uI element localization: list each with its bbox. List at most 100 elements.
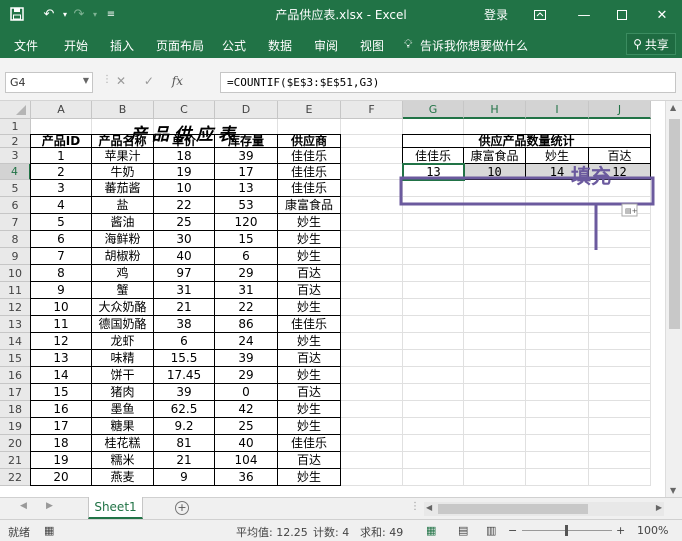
normal-view-icon[interactable]: ▦ bbox=[426, 524, 436, 537]
page-layout-view-icon[interactable]: ▤ bbox=[458, 524, 468, 537]
table-data-cell[interactable]: 妙生 bbox=[277, 298, 341, 316]
grid-cell[interactable] bbox=[464, 401, 526, 418]
row-header-4[interactable]: 4 bbox=[0, 164, 31, 180]
vertical-scrollbar[interactable]: ▲ ▼ bbox=[665, 101, 682, 497]
grid-cell[interactable] bbox=[341, 316, 403, 333]
grid-cell[interactable] bbox=[526, 299, 589, 316]
table-data-cell[interactable]: 百达 bbox=[277, 349, 341, 367]
table-data-cell[interactable]: 38 bbox=[153, 315, 215, 333]
table-data-cell[interactable]: 9 bbox=[30, 281, 92, 299]
grid-cell[interactable] bbox=[403, 197, 464, 214]
table-header-cell[interactable]: 供应商 bbox=[277, 134, 341, 148]
grid-cell[interactable] bbox=[526, 282, 589, 299]
table-data-cell[interactable]: 22 bbox=[214, 298, 278, 316]
row-header-14[interactable]: 14 bbox=[0, 333, 31, 350]
row-header-1[interactable]: 1 bbox=[0, 119, 31, 135]
grid-cell[interactable] bbox=[403, 282, 464, 299]
grid-cell[interactable] bbox=[464, 418, 526, 435]
table-data-cell[interactable]: 味精 bbox=[91, 349, 154, 367]
grid-cell[interactable] bbox=[464, 384, 526, 401]
grid-cell[interactable] bbox=[403, 452, 464, 469]
table-header-cell[interactable]: 单价 bbox=[153, 134, 215, 148]
table-data-cell[interactable]: 妙生 bbox=[277, 332, 341, 350]
table-data-cell[interactable]: 2 bbox=[30, 163, 92, 180]
table-data-cell[interactable]: 17 bbox=[214, 163, 278, 180]
table-data-cell[interactable]: 31 bbox=[153, 281, 215, 299]
table-data-cell[interactable]: 糖果 bbox=[91, 417, 154, 435]
table-data-cell[interactable]: 86 bbox=[214, 315, 278, 333]
grid-cell[interactable] bbox=[464, 214, 526, 231]
grid-cell[interactable] bbox=[403, 401, 464, 418]
table-data-cell[interactable]: 15.5 bbox=[153, 349, 215, 367]
grid-cell[interactable] bbox=[464, 265, 526, 282]
table-data-cell[interactable]: 桂花糕 bbox=[91, 434, 154, 452]
table-data-cell[interactable]: 20 bbox=[30, 468, 92, 486]
table-data-cell[interactable]: 19 bbox=[153, 163, 215, 180]
scroll-left-icon[interactable]: ◀ bbox=[426, 503, 432, 512]
table-data-cell[interactable]: 佳佳乐 bbox=[277, 147, 341, 164]
table-data-cell[interactable]: 81 bbox=[153, 434, 215, 452]
grid-cell[interactable] bbox=[526, 367, 589, 384]
table-data-cell[interactable]: 31 bbox=[214, 281, 278, 299]
grid-cell[interactable] bbox=[341, 282, 403, 299]
column-header-d[interactable]: D bbox=[215, 101, 278, 119]
grid-cell[interactable] bbox=[403, 350, 464, 367]
table-data-cell[interactable]: 康富食品 bbox=[277, 196, 341, 214]
grid-cell[interactable] bbox=[526, 452, 589, 469]
column-header-e[interactable]: E bbox=[278, 101, 341, 119]
column-header-g[interactable]: G bbox=[403, 101, 464, 119]
table-data-cell[interactable]: 25 bbox=[153, 213, 215, 231]
scroll-up-icon[interactable]: ▲ bbox=[670, 103, 676, 112]
grid-cell[interactable] bbox=[589, 435, 651, 452]
grid-cell[interactable] bbox=[341, 135, 403, 148]
table-data-cell[interactable]: 饼干 bbox=[91, 366, 154, 384]
grid-cell[interactable] bbox=[464, 316, 526, 333]
scroll-down-icon[interactable]: ▼ bbox=[670, 486, 676, 495]
grid-cell[interactable] bbox=[526, 231, 589, 248]
table-data-cell[interactable]: 40 bbox=[214, 434, 278, 452]
grid-cell[interactable] bbox=[464, 231, 526, 248]
row-header-10[interactable]: 10 bbox=[0, 265, 31, 282]
grid-cell[interactable] bbox=[341, 265, 403, 282]
table-data-cell[interactable]: 8 bbox=[30, 264, 92, 282]
column-header-a[interactable]: A bbox=[31, 101, 92, 119]
tab-page-layout[interactable]: 页面布局 bbox=[156, 37, 204, 54]
grid-cell[interactable] bbox=[341, 248, 403, 265]
maximize-icon[interactable] bbox=[604, 0, 640, 30]
grid-cell[interactable] bbox=[341, 350, 403, 367]
grid-cell[interactable] bbox=[589, 119, 651, 135]
grid-cell[interactable] bbox=[589, 418, 651, 435]
zoom-level[interactable]: 100% bbox=[637, 524, 668, 537]
tab-view[interactable]: 视图 bbox=[360, 37, 384, 54]
column-header-h[interactable]: H bbox=[464, 101, 526, 119]
row-header-16[interactable]: 16 bbox=[0, 367, 31, 384]
table-data-cell[interactable]: 妙生 bbox=[277, 417, 341, 435]
table-data-cell[interactable]: 120 bbox=[214, 213, 278, 231]
tab-data[interactable]: 数据 bbox=[268, 37, 292, 54]
table-data-cell[interactable]: 104 bbox=[214, 451, 278, 469]
grid-cell[interactable] bbox=[526, 214, 589, 231]
table-data-cell[interactable]: 30 bbox=[153, 230, 215, 248]
grid-cell[interactable] bbox=[341, 418, 403, 435]
stats-count-cell[interactable]: 10 bbox=[463, 163, 526, 180]
stats-supplier-cell[interactable]: 佳佳乐 bbox=[402, 147, 464, 164]
table-data-cell[interactable]: 29 bbox=[214, 264, 278, 282]
table-data-cell[interactable]: 18 bbox=[30, 434, 92, 452]
table-data-cell[interactable]: 鸡 bbox=[91, 264, 154, 282]
grid-cell[interactable] bbox=[464, 350, 526, 367]
table-data-cell[interactable]: 4 bbox=[30, 196, 92, 214]
grid-cell[interactable] bbox=[589, 316, 651, 333]
tab-scroll-right-icon[interactable]: ▶ bbox=[46, 501, 53, 511]
table-data-cell[interactable]: 苹果汁 bbox=[91, 147, 154, 164]
table-data-cell[interactable]: 14 bbox=[30, 366, 92, 384]
row-header-11[interactable]: 11 bbox=[0, 282, 31, 299]
grid-cell[interactable] bbox=[589, 401, 651, 418]
add-sheet-icon[interactable]: + bbox=[175, 501, 189, 515]
table-data-cell[interactable]: 13 bbox=[214, 179, 278, 197]
table-data-cell[interactable]: 15 bbox=[214, 230, 278, 248]
table-data-cell[interactable]: 13 bbox=[30, 349, 92, 367]
grid-cell[interactable] bbox=[526, 384, 589, 401]
grid-cell[interactable] bbox=[403, 299, 464, 316]
grid-cell[interactable] bbox=[526, 350, 589, 367]
grid-cell[interactable] bbox=[341, 299, 403, 316]
